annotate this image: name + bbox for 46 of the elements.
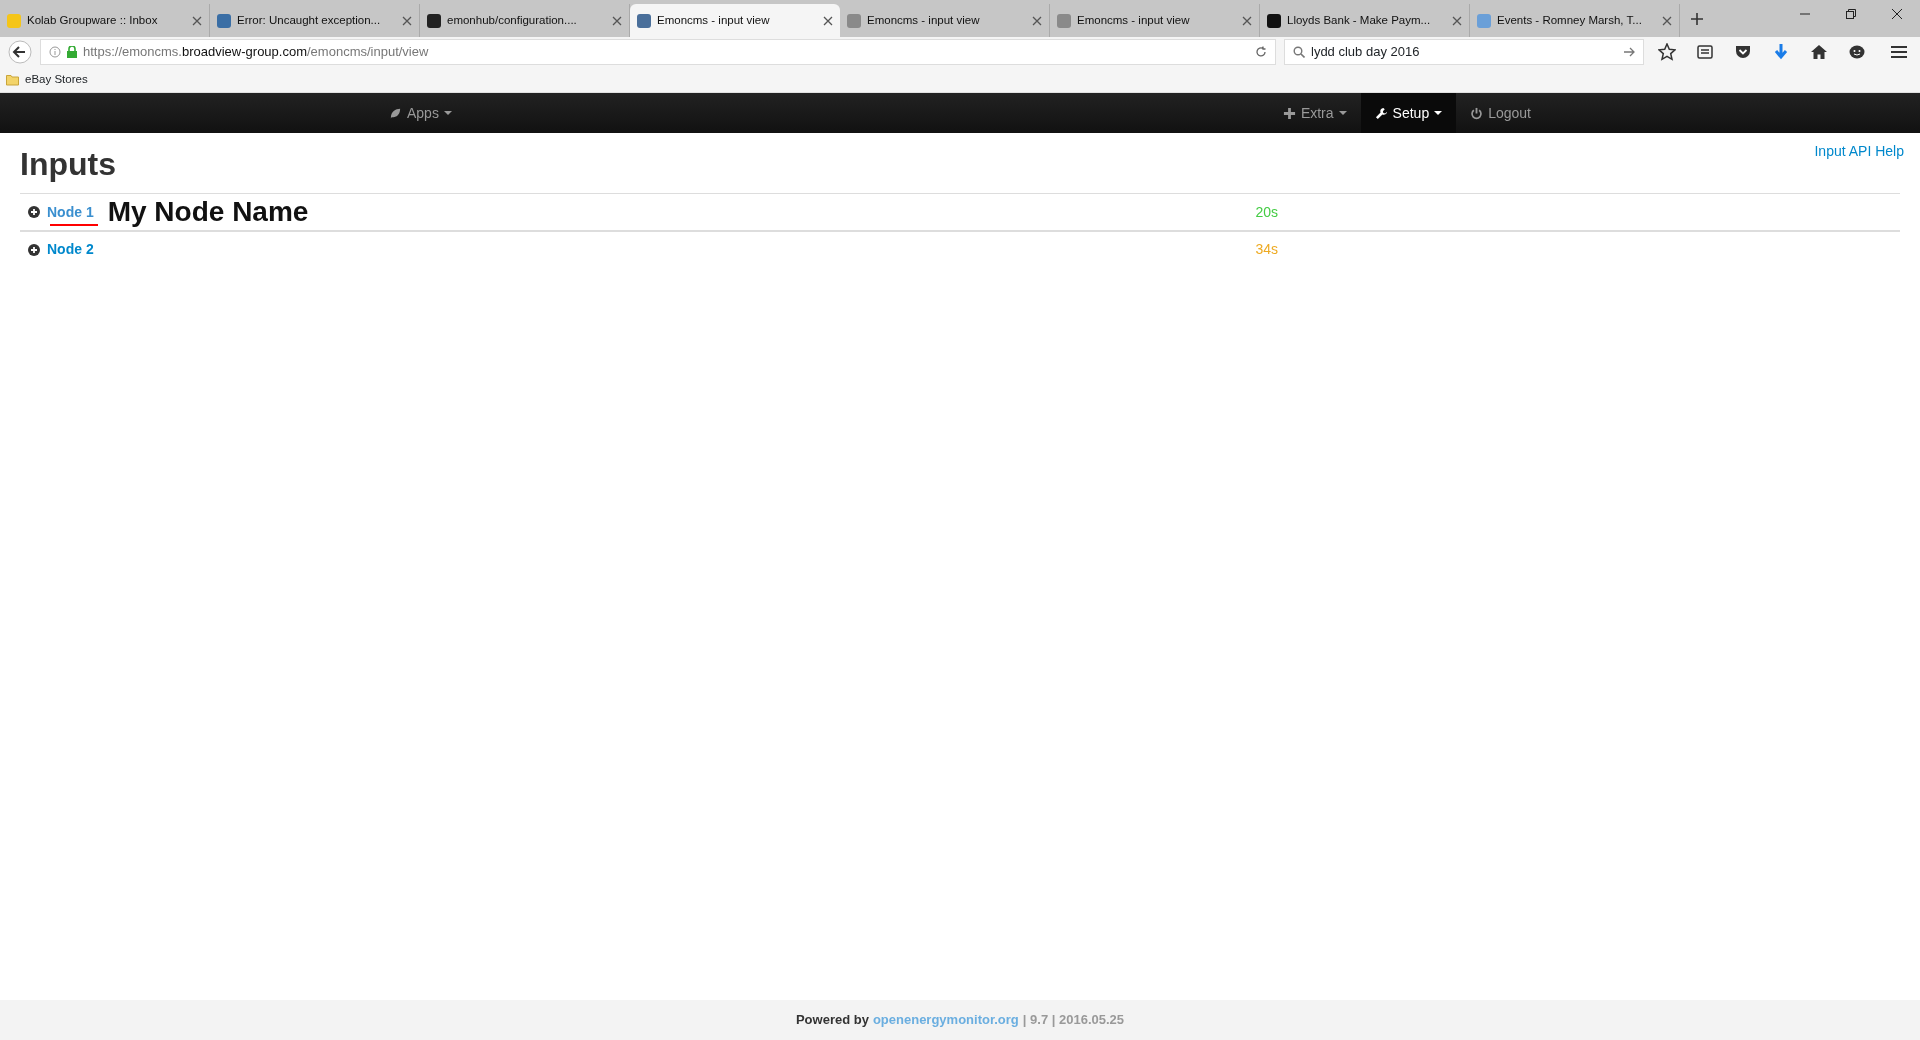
close-icon[interactable]: [823, 15, 833, 26]
close-icon[interactable]: [1032, 15, 1042, 26]
expand-icon[interactable]: [28, 243, 40, 256]
annotation-text: My Node Name: [107, 195, 309, 230]
leaf-icon: [389, 106, 402, 120]
url-text: https://emoncms.broadview-group.com/emoncms/input/view: [83, 43, 429, 62]
reading-list-icon[interactable]: [1696, 43, 1714, 61]
search-icon: [1293, 46, 1305, 58]
nav-link[interactable]: Extra: [1268, 93, 1361, 133]
updated-time: 20s: [1255, 202, 1278, 222]
close-icon[interactable]: [1452, 15, 1462, 26]
version-text: | 9.7 | 2016.05.25: [1022, 1011, 1125, 1030]
info-icon: [49, 46, 61, 58]
download-icon[interactable]: [1772, 43, 1790, 61]
nav-link[interactable]: Setup: [1360, 93, 1457, 133]
chat-icon[interactable]: [1848, 43, 1866, 61]
reload-icon[interactable]: [1255, 46, 1267, 58]
page-title: Inputs: [20, 145, 116, 184]
updated-time: 34s: [1255, 240, 1278, 260]
address-bar[interactable]: https://emoncms.broadview-group.com/emoncms/input/view: [40, 39, 1276, 65]
browser-tab[interactable]: Emoncms - input view: [630, 4, 840, 37]
plus-icon: [1282, 106, 1296, 120]
expand-icon[interactable]: [28, 206, 40, 219]
help-link[interactable]: Input API Help: [1814, 141, 1904, 162]
close-icon[interactable]: [402, 15, 412, 26]
wrench-icon: [1374, 106, 1388, 120]
pocket-icon[interactable]: [1734, 43, 1752, 61]
nav-link[interactable]: Apps: [375, 93, 466, 133]
close-icon[interactable]: [1662, 15, 1672, 26]
menu-icon[interactable]: [1890, 43, 1908, 61]
nav-link[interactable]: Logout: [1456, 93, 1545, 133]
strike-line: [49, 224, 98, 227]
power-icon: [1470, 106, 1484, 120]
star-icon[interactable]: [1658, 43, 1676, 61]
search-field[interactable]: lydd club day 2016: [1284, 39, 1644, 65]
bookmark-link[interactable]: eBay Stores: [25, 70, 88, 89]
close-icon[interactable]: [192, 15, 202, 26]
close-icon[interactable]: [612, 15, 622, 26]
back-button[interactable]: [8, 40, 32, 64]
close-icon[interactable]: [1242, 15, 1252, 26]
home-icon[interactable]: [1810, 43, 1828, 61]
folder-icon: [6, 73, 19, 86]
arrow-icon[interactable]: [1624, 47, 1635, 57]
footer-label: Powered by: [795, 1011, 869, 1030]
node-link[interactable]: Node 2: [47, 239, 94, 261]
lock-icon: [67, 46, 77, 58]
